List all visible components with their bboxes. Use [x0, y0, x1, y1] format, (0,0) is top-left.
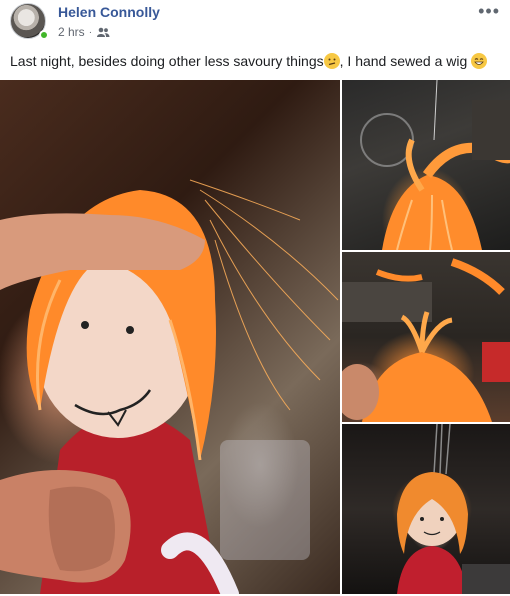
- more-options-button[interactable]: •••: [478, 2, 500, 20]
- friends-icon[interactable]: [96, 27, 110, 37]
- post-text-part-2: , I hand sewed a wig: [339, 53, 472, 69]
- meta-separator: ·: [88, 26, 93, 38]
- confused-face-emoji-icon: [323, 53, 340, 69]
- post-meta: 2 hrs ·: [58, 25, 110, 39]
- post-timestamp[interactable]: 2 hrs: [58, 25, 85, 39]
- photo-wig-sewing-top[interactable]: [342, 80, 510, 250]
- author-name[interactable]: Helen Connolly: [58, 4, 160, 20]
- photo-grid: [0, 80, 510, 596]
- photo-doll-wig-closeup[interactable]: [0, 80, 340, 594]
- photo-wig-sewing-middle[interactable]: [342, 252, 510, 422]
- post-text: Last night, besides doing other less sav…: [10, 52, 500, 70]
- post-header: Helen Connolly 2 hrs · •••: [0, 0, 510, 46]
- online-status-icon: [39, 30, 49, 40]
- photo-doll-wig-finished[interactable]: [342, 424, 510, 594]
- grinning-face-emoji-icon: [471, 53, 488, 69]
- post-text-part-1: Last night, besides doing other less sav…: [10, 53, 324, 69]
